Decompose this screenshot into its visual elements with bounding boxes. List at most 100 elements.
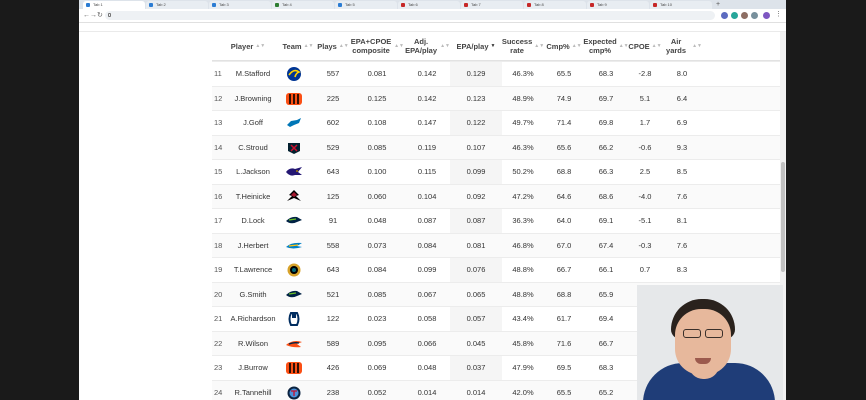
cell-cmp: 69.5 bbox=[556, 363, 572, 372]
lock-icon bbox=[108, 13, 111, 17]
browser-tab[interactable]: Tab 4 bbox=[272, 1, 334, 9]
team-logo-icon bbox=[285, 311, 303, 327]
cell-adj-epa: 0.087 bbox=[417, 216, 437, 225]
team-logo-icon bbox=[285, 287, 303, 303]
cell-player: J.Burrow bbox=[238, 363, 268, 372]
tab-label: Tab 4 bbox=[282, 2, 292, 7]
back-icon[interactable]: ← bbox=[83, 11, 90, 20]
browser-tab[interactable]: Tab 5 bbox=[335, 1, 397, 9]
cell-air-yards: 7.6 bbox=[676, 191, 688, 201]
col-header-air-yards[interactable]: Air yards ▲▼ bbox=[662, 32, 702, 60]
reload-icon[interactable]: ↻ bbox=[97, 11, 103, 20]
table-row[interactable]: 17 D.Lock 91 0.048 0.087 0.087 36.3% 64.0 69.1 -5… bbox=[212, 208, 782, 233]
cell-air-yards: 8.0 bbox=[676, 69, 688, 78]
col-header-cmp[interactable]: Cmp% ▲▼ bbox=[544, 32, 584, 60]
col-header-player[interactable]: Player ▲▼ bbox=[212, 32, 284, 60]
cell-epa-play: 0.037 bbox=[466, 363, 486, 372]
tab-label: Tab 6 bbox=[408, 2, 418, 7]
cell-player: A.Richardson bbox=[230, 314, 276, 323]
cell-plays: 643 bbox=[326, 265, 340, 274]
cell-plays: 225 bbox=[326, 93, 340, 103]
col-header-expected-cmp[interactable]: Expected cmp% ▲▼ bbox=[583, 32, 628, 60]
cell-expected-cmp: 67.4 bbox=[598, 240, 614, 250]
extension-icon[interactable] bbox=[721, 12, 728, 19]
cell-plays: 426 bbox=[326, 363, 340, 372]
cell-epa-cpoe: 0.100 bbox=[367, 167, 387, 176]
tab-favicon-icon bbox=[590, 3, 594, 7]
extension-icon[interactable] bbox=[731, 12, 738, 19]
team-logo-icon bbox=[285, 189, 303, 205]
cell-plays: 238 bbox=[326, 387, 340, 397]
cell-epa-play: 0.099 bbox=[466, 167, 486, 176]
cell-plays: 122 bbox=[326, 314, 340, 323]
new-tab-button[interactable]: + bbox=[716, 1, 720, 9]
cell-adj-epa: 0.142 bbox=[417, 93, 437, 103]
table-row[interactable]: 15 L.Jackson 643 0.100 0.115 0.099 50.2% 68.8 66… bbox=[212, 159, 782, 184]
cell-epa-play: 0.014 bbox=[466, 387, 486, 397]
cell-expected-cmp: 69.8 bbox=[598, 118, 614, 127]
col-header-success-rate[interactable]: Success rate ▲▼ bbox=[502, 32, 544, 60]
cell-cmp: 65.5 bbox=[556, 387, 572, 397]
col-header-plays[interactable]: Plays ▲▼ bbox=[316, 32, 350, 60]
table-row[interactable]: 12 J.Browning 225 0.125 0.142 0.123 48.9% 74.9 6… bbox=[212, 85, 782, 110]
menu-icon[interactable]: ⋮ bbox=[775, 10, 782, 19]
cell-epa-play: 0.057 bbox=[466, 314, 486, 323]
cell-epa-play: 0.123 bbox=[466, 93, 486, 103]
table-row[interactable]: 18 J.Herbert 558 0.073 0.084 0.081 46.8% 67.0 67… bbox=[212, 232, 782, 257]
col-header-epa-play[interactable]: EPA/play ▼ bbox=[450, 32, 502, 60]
cell-air-yards: 6.4 bbox=[676, 93, 688, 103]
cell-adj-epa: 0.147 bbox=[417, 118, 437, 127]
cell-expected-cmp: 68.3 bbox=[598, 363, 614, 372]
profile-avatar[interactable] bbox=[763, 12, 770, 19]
table-row[interactable]: 11 M.Stafford 557 0.081 0.142 0.129 46.3% 65.5 6… bbox=[212, 61, 782, 86]
cell-air-yards: 6.9 bbox=[676, 118, 688, 127]
cell-adj-epa: 0.067 bbox=[417, 289, 437, 299]
browser-tab[interactable]: Tab 6 bbox=[398, 1, 460, 9]
table-row[interactable]: 19 T.Lawrence 643 0.084 0.099 0.076 48.8% 66.7 6… bbox=[212, 257, 782, 282]
browser-tab[interactable]: Tab 9 bbox=[587, 1, 649, 9]
extension-icon[interactable] bbox=[741, 12, 748, 19]
cell-cmp: 65.6 bbox=[556, 142, 572, 152]
cell-cmp: 61.7 bbox=[556, 314, 572, 323]
cell-expected-cmp: 66.1 bbox=[598, 265, 614, 274]
tab-favicon-icon bbox=[275, 3, 279, 7]
cell-plays: 557 bbox=[326, 69, 340, 78]
table-row[interactable]: 13 J.Goff 602 0.108 0.147 0.122 49.7% 71.4 69.8 1… bbox=[212, 110, 782, 135]
cell-player: R.Tannehill bbox=[234, 387, 272, 397]
cell-cpoe: -0.6 bbox=[638, 142, 652, 152]
tab-favicon-icon bbox=[149, 3, 153, 7]
cell-epa-cpoe: 0.125 bbox=[367, 93, 387, 103]
cell-cpoe: -2.8 bbox=[638, 69, 652, 78]
cell-expected-cmp: 66.3 bbox=[598, 167, 614, 176]
cell-success-rate: 46.3% bbox=[512, 142, 534, 152]
forward-icon[interactable]: → bbox=[90, 11, 97, 20]
cell-adj-epa: 0.142 bbox=[417, 69, 437, 78]
col-header-epa-cpoe[interactable]: EPA+CPOE composite ▲▼ bbox=[350, 32, 404, 60]
browser-tab[interactable]: Tab 8 bbox=[524, 1, 586, 9]
browser-tab[interactable]: Tab 3 bbox=[209, 1, 271, 9]
cell-adj-epa: 0.119 bbox=[417, 142, 437, 152]
team-logo-icon bbox=[285, 164, 303, 180]
table-row[interactable]: 14 C.Stroud 529 0.085 0.119 0.107 46.3% 65.6 66.… bbox=[212, 134, 782, 159]
cell-cmp: 74.9 bbox=[556, 93, 572, 103]
cell-expected-cmp: 69.7 bbox=[598, 93, 614, 103]
cell-player: G.Smith bbox=[239, 289, 267, 299]
sort-icon: ▲▼ bbox=[255, 42, 266, 49]
browser-tab[interactable]: Tab 2 bbox=[146, 1, 208, 9]
cell-expected-cmp: 69.1 bbox=[598, 216, 614, 225]
cell-expected-cmp: 68.6 bbox=[598, 191, 614, 201]
col-header-cpoe[interactable]: CPOE ▲▼ bbox=[628, 32, 662, 60]
url-input[interactable] bbox=[105, 11, 715, 20]
team-logo-icon bbox=[285, 238, 303, 254]
table-row[interactable]: 16 T.Heinicke 125 0.060 0.104 0.092 47.2% 64.6 6… bbox=[212, 183, 782, 208]
browser-tab[interactable]: Tab 7 bbox=[461, 1, 523, 9]
col-header-team[interactable]: Team ▲▼ bbox=[283, 32, 314, 60]
browser-tab[interactable]: Tab 10 bbox=[650, 1, 712, 9]
cell-player: T.Heinicke bbox=[235, 191, 271, 201]
cell-cmp: 65.5 bbox=[556, 69, 572, 78]
browser-tab[interactable]: Tab 1 bbox=[83, 1, 145, 9]
col-header-adj-epa[interactable]: Adj. EPA/play ▲▼ bbox=[404, 32, 450, 60]
scrollbar-thumb[interactable] bbox=[781, 162, 785, 272]
sort-icon: ▲▼ bbox=[338, 42, 349, 49]
extension-icon[interactable] bbox=[751, 12, 758, 19]
